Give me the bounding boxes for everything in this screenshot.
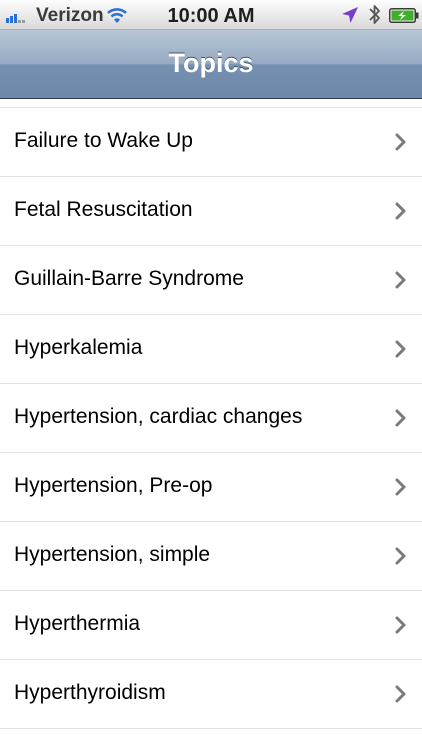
list-item-topic[interactable]: Hyperkalemia xyxy=(0,315,422,384)
list-item-topic[interactable]: Guillain-Barre Syndrome xyxy=(0,246,422,315)
bluetooth-icon xyxy=(369,5,380,24)
chevron-right-icon xyxy=(395,133,406,151)
list-item-topic[interactable]: Hypertension, cardiac changes xyxy=(0,384,422,453)
chevron-right-icon xyxy=(395,685,406,703)
list-item-label: Hyperthyroidism xyxy=(14,681,166,704)
list-item-label: Hypertension, simple xyxy=(14,543,211,566)
list-item-topic[interactable]: Hyperthyroidism xyxy=(0,660,422,729)
status-bar: Verizon 10:00 AM xyxy=(0,0,422,30)
chevron-right-icon xyxy=(395,616,406,634)
list-item-label: Hyperthermia xyxy=(14,612,141,635)
battery-charging-icon xyxy=(389,8,419,23)
chevron-right-icon xyxy=(395,409,406,427)
list-item-label: Guillain-Barre Syndrome xyxy=(14,267,244,290)
page-title: Topics xyxy=(168,48,254,78)
list-item-label: Failure to Wake Up xyxy=(14,129,193,152)
chevron-right-icon xyxy=(395,202,406,220)
location-arrow-icon xyxy=(342,7,358,23)
chevron-right-icon xyxy=(395,547,406,565)
chevron-right-icon xyxy=(395,271,406,289)
topics-screen: Verizon 10:00 AM Topics Failure to Wake … xyxy=(0,0,422,750)
topics-list[interactable]: Failure to Wake Up Fetal Resuscitation G… xyxy=(0,99,422,750)
list-item-topic[interactable]: Failure to Wake Up xyxy=(0,108,422,177)
navigation-bar: Topics xyxy=(0,30,422,99)
list-item-label: Hypertension, cardiac changes xyxy=(14,405,303,428)
list-item-label: Hypertension, Pre-op xyxy=(14,474,213,497)
list-item-topic[interactable]: Hypertension, simple xyxy=(0,522,422,591)
list-item-topic[interactable]: Hyperthermia xyxy=(0,591,422,660)
chevron-right-icon xyxy=(395,478,406,496)
chevron-right-icon xyxy=(395,340,406,358)
list-item-topic[interactable]: Hypertension, Pre-op xyxy=(0,453,422,522)
list-item-label: Hyperkalemia xyxy=(14,336,143,359)
list-item-topic[interactable]: Fetal Resuscitation xyxy=(0,177,422,246)
list-item-label: Fetal Resuscitation xyxy=(14,198,193,221)
